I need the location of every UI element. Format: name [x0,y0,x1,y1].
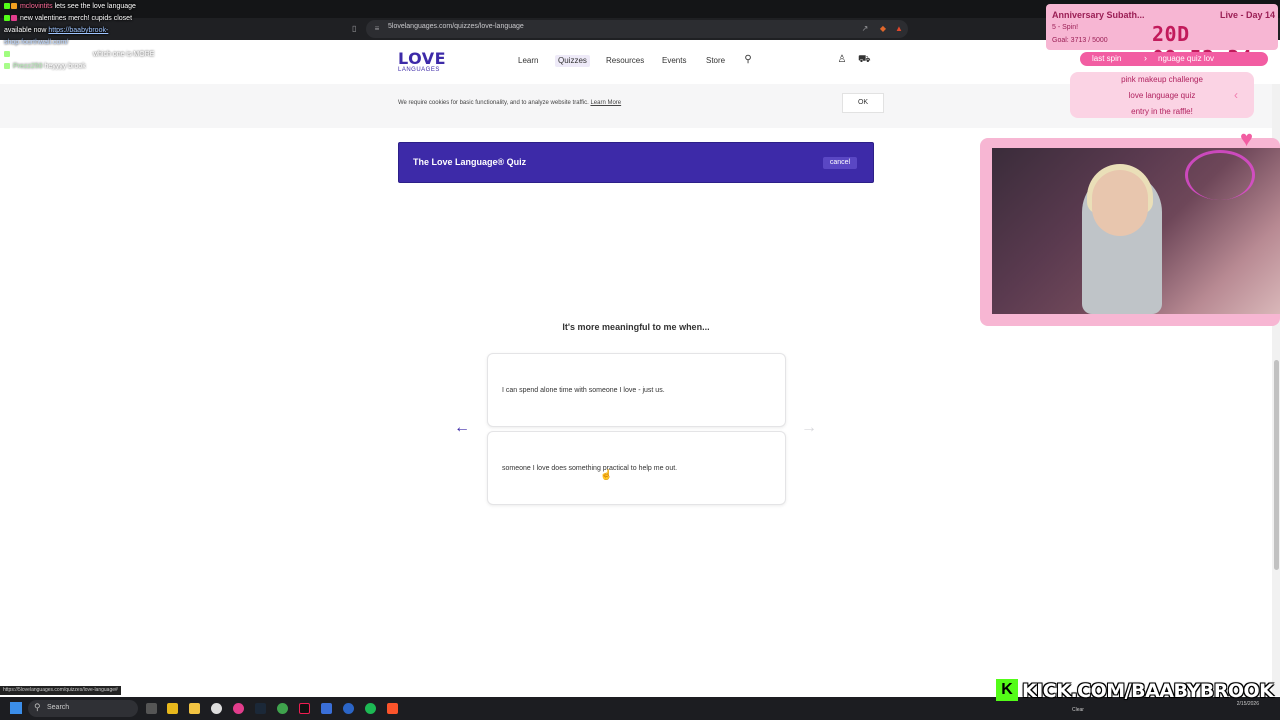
chat-text: shop.fourthwall.com/ [4,39,69,46]
subathon-goal-widget: Anniversary Subath... 5 - Spin! Goal: 37… [1046,4,1278,70]
taskbar-clock[interactable]: 2/15/2026 [1229,701,1259,708]
cookie-ok-button[interactable]: OK [842,93,884,113]
sticky-notes-icon[interactable] [167,703,178,714]
nav-quizzes[interactable]: Quizzes [555,55,590,67]
app-icon-pink[interactable] [233,703,244,714]
share-icon[interactable]: ↗ [860,24,870,34]
wheel-item: love language quiz [1128,91,1196,100]
chat-badge-icon [11,3,17,9]
nav-learn[interactable]: Learn [518,55,538,67]
answer-option-1-text: I can spend alone time with someone I lo… [502,387,665,394]
previous-arrow-icon[interactable]: ← [452,420,472,436]
taskbar-search[interactable]: ⚲ Search [28,700,138,717]
windows-start-icon[interactable] [10,702,22,714]
spotify-icon[interactable] [365,703,376,714]
nav-store[interactable]: Store [706,55,725,67]
chat-link: https://baabybrook- [48,27,109,34]
kick-logo-icon: K [996,679,1018,701]
chat-badge-icon [4,15,10,21]
address-text[interactable]: 5lovelanguages.com/quizzes/love-language [388,23,524,30]
discord-icon[interactable] [343,703,354,714]
chat-message: shop.fourthwall.com/ [4,39,68,46]
last-spin-value: nguage quiz lov [1158,54,1215,63]
steam-icon[interactable] [255,703,266,714]
chat-badge-icon [4,3,10,9]
chat-text: available now [4,27,47,34]
cookie-message: We require cookies for basic functionali… [398,100,589,106]
answer-option-2[interactable]: someone I love does something practical … [487,431,786,505]
bookmark-icon[interactable]: ▯ [352,24,356,33]
chat-text: heyyyy brook [44,63,86,70]
taskbar-search-label: Search [47,704,70,711]
brave-rewards-icon[interactable]: ▲ [894,24,904,34]
logo-sub: LANGUAGES [398,67,440,73]
brave-icon[interactable] [387,703,398,714]
nav-events[interactable]: Events [662,55,686,67]
chat-message: new valentines merch! cupids closet [4,15,132,22]
address-bar[interactable]: ≡ 5lovelanguages.com/quizzes/love-langua… [366,20,908,38]
chat-badge-icon [11,15,17,21]
cancel-button[interactable]: cancel [823,157,857,169]
quiz-question: It's more meaningful to me when... [562,322,710,332]
taskbar-date: 2/15/2026 [1236,701,1259,707]
obs-icon[interactable] [211,703,222,714]
wheel-item: entry in the raffle! [1131,107,1193,116]
spin-wheel-list: pink makeup challenge love language quiz… [1070,72,1254,118]
answer-option-2-text: someone I love does something practical … [502,465,678,472]
quiz-banner: The Love Language® Quiz cancel [398,142,874,183]
chat-text: lets see the love language [54,3,136,10]
last-spin-banner: last spin › nguage quiz lov [1080,52,1268,66]
subathon-spin: 5 - Spin! [1052,24,1079,31]
site-logo[interactable]: LOVE LANGUAGES [398,49,446,75]
subathon-title: Anniversary Subath... [1052,10,1145,20]
chat-badge-icon [4,63,10,69]
account-icon[interactable]: ♙ [836,54,848,66]
chat-username: mclovintits [19,3,53,10]
neon-light-decoration [1185,150,1255,200]
cart-icon[interactable]: ⛟ [858,54,871,66]
xbox-icon[interactable] [277,703,288,714]
chat-message: available now https://baabybrook- [4,27,108,34]
scrollbar-thumb[interactable] [1274,360,1279,570]
chevron-right-icon: › [1144,53,1147,63]
task-view-icon[interactable] [146,703,157,714]
chevron-left-icon: ‹ [1234,88,1238,102]
file-explorer-icon[interactable] [189,703,200,714]
chat-username: Prezz250 [12,63,43,70]
nav-resources[interactable]: Resources [606,55,644,67]
answer-option-1[interactable]: I can spend alone time with someone I lo… [487,353,786,427]
chat-message: which one is MORE [4,51,154,58]
mouse-cursor-icon: ☝ [600,470,613,481]
cookie-learn-more-link[interactable]: Learn More [590,100,621,106]
subathon-live-day: Live - Day 14 [1220,10,1276,20]
app-icon-blue[interactable] [321,703,332,714]
cookie-text: We require cookies for basic functionali… [398,100,621,106]
chat-text: which one is MORE [92,51,155,58]
search-icon[interactable]: ⚲ [742,54,754,66]
stream-chat-overlay: mclovintits lets see the love language n… [0,0,240,76]
chat-message: mclovintits lets see the love language [4,3,136,10]
weather-status[interactable]: Clear [1072,707,1084,713]
chat-text: new valentines merch! cupids closet [19,15,133,22]
taskbar-search-icon: ⚲ [34,702,41,712]
site-info-icon[interactable]: ≡ [372,24,382,34]
status-link-preview: https://5lovelanguages.com/quizzes/love-… [0,686,121,695]
logo-main: LOVE [398,49,447,68]
tiktok-icon[interactable] [299,703,310,714]
chat-badge-icon [4,51,10,57]
heart-icon: ♥ [1240,126,1254,151]
chat-message: Prezz250 heyyyy brook [4,63,86,70]
brave-shield-icon[interactable]: ◆ [878,24,888,34]
kick-channel-url: KICK.COM/BAABYBROOK [1022,680,1274,702]
quiz-title: The Love Language® Quiz [413,157,527,167]
wheel-item: pink makeup challenge [1121,75,1203,84]
kick-branding: K KICK.COM/BAABYBROOK [996,678,1274,702]
next-arrow-icon[interactable]: → [799,420,819,436]
streamer-face [1092,170,1148,236]
last-spin-label: last spin [1092,54,1122,63]
subathon-goal: Goal: 3713 / 5000 [1052,37,1108,44]
